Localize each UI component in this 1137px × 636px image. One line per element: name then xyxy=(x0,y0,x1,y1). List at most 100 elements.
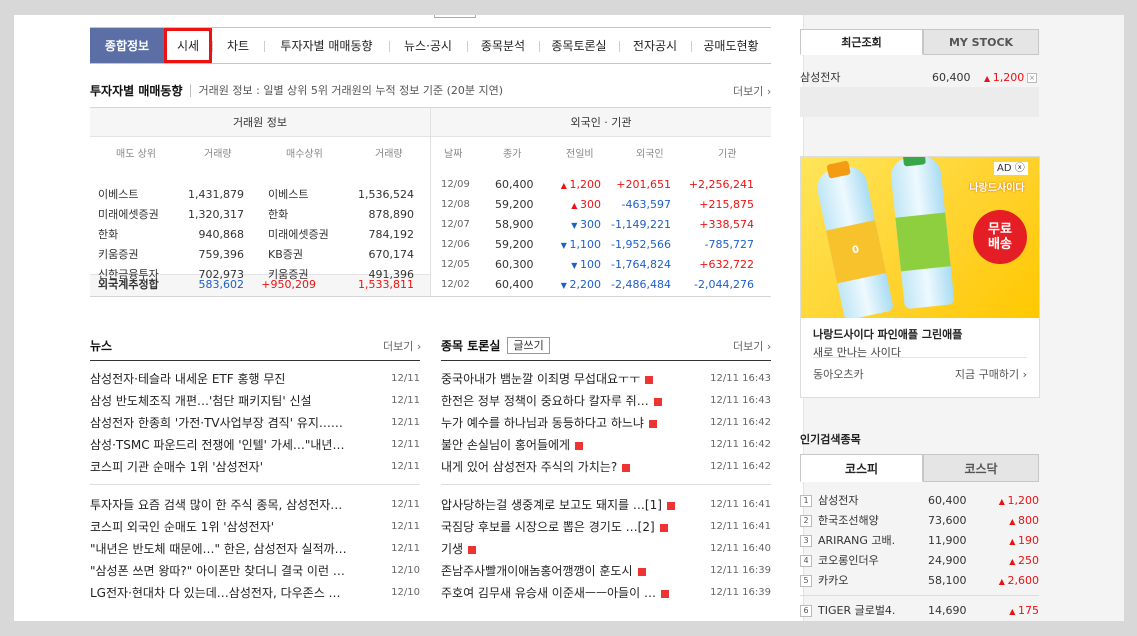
news-item-date: 12/11 xyxy=(391,499,420,510)
news-item[interactable]: 삼성 반도체조직 개편…'첨단 패키지팀' 신설 12/11 xyxy=(90,390,420,412)
board-item[interactable]: 존남주사빨개이애놈홍어깽깽이 훈도시 12/11 16:39 xyxy=(441,560,771,582)
popular-item[interactable]: 6 TIGER 글로벌4. 14,690 175 xyxy=(800,601,1039,621)
board-item[interactable]: 주호여 김무새 유승새 이준새ㅡㅡ아들이 … 12/11 16:39 xyxy=(441,582,771,604)
board-item[interactable]: 한전은 정부 정책이 중요하다 칼자루 쥐… 12/11 16:43 xyxy=(441,390,771,412)
board-item[interactable]: 누가 예수를 하나님과 동등하다고 하느냐 12/11 16:42 xyxy=(441,412,771,434)
board-item[interactable]: 국짐당 후보를 시장으로 뽑은 경기도 …[2] 12/11 16:41 xyxy=(441,516,771,538)
col-change: 전일비 xyxy=(566,148,594,160)
popular-group-divider xyxy=(800,595,1039,596)
remove-icon[interactable]: × xyxy=(1027,73,1037,83)
ad-divider xyxy=(813,357,1027,358)
sell-broker[interactable]: 한화 xyxy=(98,225,118,245)
news-item-date: 12/11 xyxy=(391,543,420,554)
ad-badge[interactable]: AD ⓧ xyxy=(994,162,1028,175)
sell-volume: 1,431,879 xyxy=(188,188,244,201)
popular-item[interactable]: 3 ARIRANG 고배. 11,900 190 xyxy=(800,531,1039,551)
table-bottom-border xyxy=(90,296,771,297)
popular-stock-change: 2,600 xyxy=(999,571,1040,592)
daily-date: 12/05 xyxy=(441,259,470,270)
daily-close: 58,900 xyxy=(495,218,534,231)
daily-institution: +215,875 xyxy=(699,198,754,211)
popular-item[interactable]: 5 카카오 58,100 2,600 xyxy=(800,571,1039,591)
board-item[interactable]: 불안 손실님이 홍어들에게 12/11 16:42 xyxy=(441,434,771,456)
rank-badge: 5 xyxy=(800,575,812,587)
news-item[interactable]: 코스피 외국인 순매도 1위 '삼성전자' 12/11 xyxy=(90,516,420,538)
news-item[interactable]: "내년은 반도체 때문에…" 한은, 삼성전자 실적까… 12/11 xyxy=(90,538,420,560)
tab-discussion-board[interactable]: 종목토론실 xyxy=(539,28,619,63)
buy-broker[interactable]: KB증권 xyxy=(268,245,303,265)
board-item[interactable]: 기생 12/11 16:40 xyxy=(441,538,771,560)
tab-recent-viewed[interactable]: 최근조회 xyxy=(800,29,923,55)
news-item[interactable]: 삼성·TSMC 파운드리 전쟁에 '인텔' 가세…"내년… 12/11 xyxy=(90,434,420,456)
board-item-title: 주호여 김무새 유승새 이준새ㅡㅡ아들이 … xyxy=(441,586,656,600)
popular-item[interactable]: 1 삼성전자 60,400 1,200 xyxy=(800,491,1039,511)
summary-sell: 583,602 xyxy=(198,278,245,291)
group-header-foreign-institution: 외국인 · 기관 xyxy=(431,107,771,137)
daily-close: 59,200 xyxy=(495,198,534,211)
recent-stock-name: 삼성전자 xyxy=(800,71,841,84)
write-post-button[interactable]: 글쓰기 xyxy=(507,336,550,354)
popular-stock-name: 카카오 xyxy=(818,574,849,587)
board-item-date: 12/11 16:40 xyxy=(710,543,771,554)
rank-badge: 4 xyxy=(800,555,812,567)
sell-broker[interactable]: 미래에셋증권 xyxy=(98,205,159,225)
new-badge-icon xyxy=(645,375,654,384)
news-title[interactable]: 뉴스 xyxy=(90,337,112,354)
tab-stock-analysis[interactable]: 종목분석 xyxy=(467,28,539,63)
recent-stock-row[interactable]: 삼성전자 60,400 1,200 × xyxy=(800,68,1039,88)
board-item[interactable]: 압사당하는걸 생중계로 보고도 돼지를 …[1] 12/11 16:41 xyxy=(441,494,771,516)
ad-banner[interactable]: 0 AD ⓧ 나랑드사이다 무료 배송 나랑드사이다 파인애플 그린애플 새로 … xyxy=(800,156,1040,398)
board-more-link[interactable]: 더보기 › xyxy=(733,338,771,354)
tab-chart[interactable]: 차트 xyxy=(212,28,264,63)
board-item[interactable]: 중국아내가 뱀눈깔 이죄명 무섭대요ㅜㅜ 12/11 16:43 xyxy=(441,368,771,390)
tab-my-stock[interactable]: MY STOCK xyxy=(923,29,1039,55)
news-item[interactable]: 코스피 기관 순매수 1위 '삼성전자' 12/11 xyxy=(90,456,420,478)
sell-broker[interactable]: 이베스트 xyxy=(98,185,138,205)
tab-kosdaq[interactable]: 코스닥 xyxy=(923,454,1039,482)
summary-buy: 1,533,811 xyxy=(358,278,414,291)
board-item-title: 누가 예수를 하나님과 동등하다고 하느냐 xyxy=(441,416,644,430)
news-item-date: 12/11 xyxy=(391,439,420,450)
new-badge-icon xyxy=(648,419,657,428)
news-item[interactable]: 투자자들 요즘 검색 많이 한 주식 종목, 삼성전자… 12/11 xyxy=(90,494,420,516)
sell-broker[interactable]: 키움증권 xyxy=(98,245,138,265)
board-title[interactable]: 종목 토론실 xyxy=(441,337,500,354)
new-badge-icon xyxy=(660,589,669,598)
tab-overview[interactable]: 종합정보 xyxy=(90,28,164,63)
news-item-date: 12/10 xyxy=(391,587,420,598)
buy-broker[interactable]: 이베스트 xyxy=(268,185,308,205)
buy-broker[interactable]: 한화 xyxy=(268,205,288,225)
col-buy-volume: 거래량 xyxy=(375,148,403,160)
board-item[interactable]: 내게 있어 삼성전자 주식의 가치는? 12/11 16:42 xyxy=(441,456,771,478)
tab-kospi[interactable]: 코스피 xyxy=(800,454,923,482)
news-item[interactable]: "삼성폰 쓰면 왕따?" 아이폰만 찾더니 결국 이런 … 12/10 xyxy=(90,560,420,582)
col-close: 종가 xyxy=(503,148,522,160)
news-item[interactable]: 삼성전자 한종희 '가전·TV사업부장 겸직' 유지…… 12/11 xyxy=(90,412,420,434)
ad-cta-button[interactable]: 지금 구매하기 › xyxy=(955,366,1027,382)
trade-section-title[interactable]: 투자자별 매매동향 xyxy=(90,82,183,99)
trade-more-link[interactable]: 더보기 › xyxy=(733,83,771,99)
news-item[interactable]: LG전자·현대차 다 있는데…삼성전자, 다우존스 … 12/10 xyxy=(90,582,420,604)
popular-stock-name: 코오롱인더우 xyxy=(818,554,879,567)
news-item-title: 삼성·TSMC 파운드리 전쟁에 '인텔' 가세…"내년… xyxy=(90,438,345,452)
daily-change: 2,200 xyxy=(545,275,602,295)
bottle-left: 0 xyxy=(813,160,895,318)
tab-news-disclosure[interactable]: 뉴스·공시 xyxy=(389,28,467,63)
top-scroll-handle[interactable] xyxy=(434,15,476,18)
tab-price[interactable]: 시세 xyxy=(164,28,212,63)
tab-short-selling[interactable]: 공매도현황 xyxy=(691,28,771,63)
col-foreign: 외국인 xyxy=(636,148,664,160)
free-shipping-badge: 무료 배송 xyxy=(973,210,1027,264)
bottle-label: 0 xyxy=(826,220,887,284)
popular-stock-price: 73,600 xyxy=(928,514,967,527)
popular-item[interactable]: 2 한국조선해양 73,600 800 xyxy=(800,511,1039,531)
popular-item[interactable]: 4 코오롱인더우 24,900 250 xyxy=(800,551,1039,571)
buy-broker[interactable]: 미래에셋증권 xyxy=(268,225,329,245)
buy-volume: 1,536,524 xyxy=(358,188,414,201)
tab-investor-trading[interactable]: 투자자별 매매동향 xyxy=(264,28,389,63)
news-more-link[interactable]: 더보기 › xyxy=(383,338,421,354)
tab-e-disclosure[interactable]: 전자공시 xyxy=(619,28,691,63)
news-item[interactable]: 삼성전자·테슬라 내세운 ETF 홍행 무진 12/11 xyxy=(90,368,420,390)
popular-stock-change: 250 xyxy=(1009,551,1039,572)
daily-institution: -2,044,276 xyxy=(694,278,754,291)
